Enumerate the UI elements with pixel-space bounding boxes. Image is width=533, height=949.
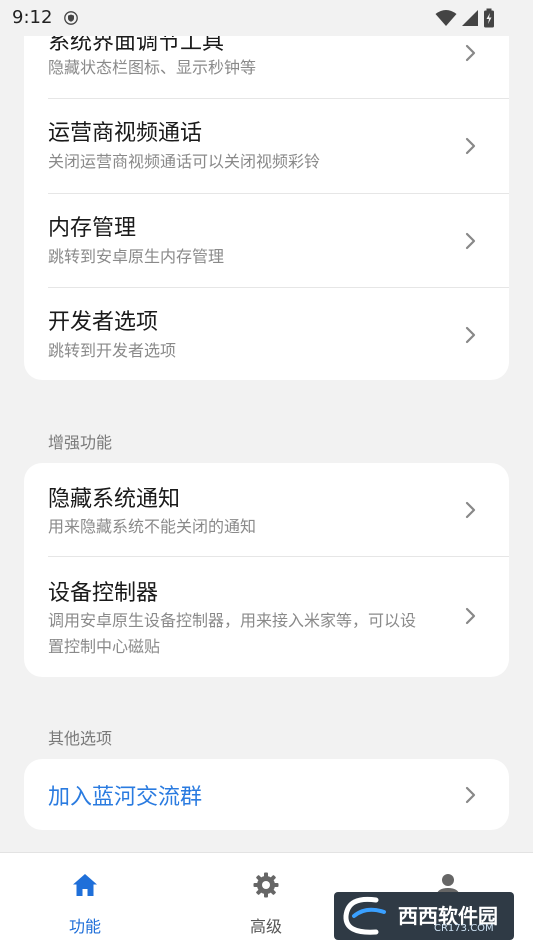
row-subtitle: 隐藏状态栏图标、显示秒钟等 — [48, 58, 257, 77]
gear-icon — [253, 872, 279, 898]
chevron-right-icon — [465, 501, 476, 519]
list-item-developer-options[interactable]: 开发者选项 跳转到开发者选项 — [24, 288, 509, 380]
status-bar: 9:12 — [0, 0, 533, 36]
home-icon — [73, 874, 97, 896]
list-item-hide-system-notifications[interactable]: 隐藏系统通知 用来隐藏系统不能关闭的通知 — [24, 463, 509, 556]
row-subtitle: 跳转到安卓原生内存管理 — [48, 247, 225, 266]
nav-label: 功能 — [68, 917, 101, 936]
watermark-subtext: CR173.COM — [434, 923, 494, 934]
row-title: 内存管理 — [48, 216, 137, 241]
cellular-signal-icon — [462, 10, 478, 26]
row-subtitle: 用来隐藏系统不能关闭的通知 — [48, 517, 257, 536]
status-time: 9:12 — [12, 7, 53, 28]
shield-icon — [64, 11, 78, 25]
nav-item-advanced[interactable]: 高级 — [206, 853, 326, 949]
wifi-icon — [435, 10, 457, 26]
settings-scroll-area[interactable]: 系统界面调节工具 隐藏状态栏图标、显示秒钟等 运营商视频通话 关闭运营商视频通话… — [0, 0, 533, 852]
enhance-card: 隐藏系统通知 用来隐藏系统不能关闭的通知 设备控制器 调用安卓原生设备控制器，用… — [24, 463, 509, 677]
list-item-device-controls[interactable]: 设备控制器 调用安卓原生设备控制器，用来接入米家等，可以设置控制中心磁贴 — [24, 557, 509, 677]
chevron-right-icon — [465, 326, 476, 344]
row-title: 开发者选项 — [48, 310, 159, 335]
list-item-memory-management[interactable]: 内存管理 跳转到安卓原生内存管理 — [24, 194, 509, 287]
logo-swoosh-icon — [343, 896, 386, 935]
nav-item-features[interactable]: 功能 — [25, 853, 145, 949]
row-title: 运营商视频通话 — [48, 121, 203, 146]
row-subtitle: 调用安卓原生设备控制器，用来接入米家等，可以设置控制中心磁贴 — [48, 611, 417, 656]
other-card: 加入蓝河交流群 — [24, 759, 509, 830]
chevron-right-icon — [465, 44, 476, 62]
status-icons — [435, 8, 495, 28]
list-item-join-group[interactable]: 加入蓝河交流群 — [24, 759, 509, 830]
row-title: 设备控制器 — [48, 581, 159, 606]
watermark-logo: 西西软件园 CR173.COM — [334, 892, 514, 940]
chevron-right-icon — [465, 607, 476, 625]
chevron-right-icon — [465, 137, 476, 155]
battery-icon — [484, 8, 494, 28]
row-title: 隐藏系统通知 — [48, 487, 181, 512]
row-subtitle: 关闭运营商视频通话可以关闭视频彩铃 — [48, 152, 321, 171]
nav-label: 高级 — [249, 917, 282, 936]
list-item-carrier-video-call[interactable]: 运营商视频通话 关闭运营商视频通话可以关闭视频彩铃 — [24, 99, 509, 193]
row-subtitle: 跳转到开发者选项 — [48, 341, 177, 360]
join-group-link[interactable]: 加入蓝河交流群 — [48, 779, 202, 811]
chevron-right-icon — [465, 232, 476, 250]
tools-card: 系统界面调节工具 隐藏状态栏图标、显示秒钟等 运营商视频通话 关闭运营商视频通话… — [24, 10, 509, 380]
section-header-other: 其他选项 — [48, 729, 113, 748]
section-header-enhance: 增强功能 — [48, 433, 113, 452]
chevron-right-icon — [465, 786, 476, 804]
